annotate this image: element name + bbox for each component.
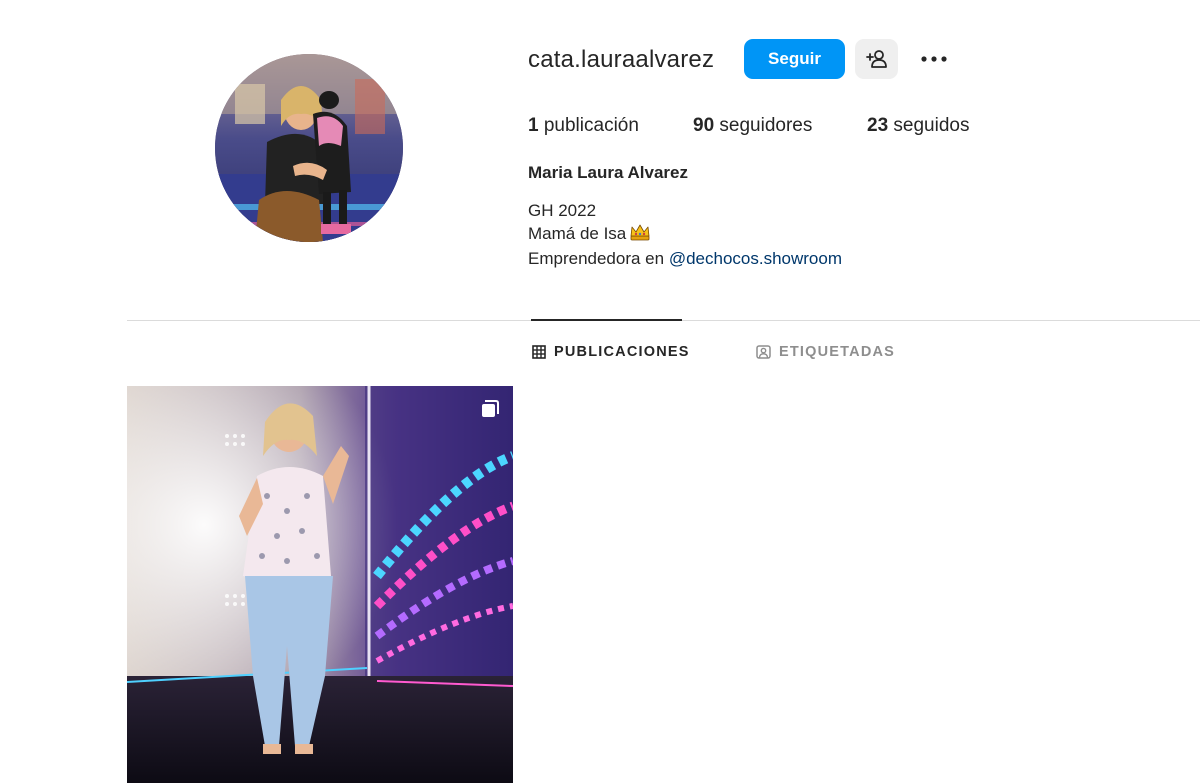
tab-posts[interactable]: PUBLICACIONES (532, 344, 690, 360)
grid-icon (532, 345, 546, 359)
post-photo (127, 386, 513, 783)
crown-emoji-icon (630, 224, 650, 247)
tagged-person-icon (756, 345, 771, 359)
bio-mention-link[interactable]: @dechocos.showroom (669, 249, 842, 268)
profile-page: cata.lauraalvarez Seguir 1 publicación 9… (0, 0, 1200, 783)
following-count: 23 (867, 115, 889, 136)
person-add-icon (865, 50, 887, 68)
bio-line-2-text: Mamá de Isa (528, 224, 627, 243)
post-thumbnail[interactable] (127, 386, 513, 783)
follow-button[interactable]: Seguir (744, 39, 845, 79)
more-options-button[interactable] (912, 44, 956, 74)
active-tab-indicator (531, 319, 682, 321)
avatar-photo (215, 54, 403, 242)
bio-line-2: Mamá de Isa (528, 222, 842, 247)
profile-full-name: Maria Laura Alvarez (528, 163, 688, 182)
bio-line-3: Emprendedora en @dechocos.showroom (528, 247, 842, 270)
following-label: seguidos (893, 115, 970, 136)
profile-bio: GH 2022 Mamá de Isa Emprendedora en @dec… (528, 199, 842, 270)
posts-count: 1 (528, 115, 539, 136)
profile-avatar[interactable] (215, 54, 403, 242)
followers-count: 90 (693, 115, 715, 136)
stat-posts[interactable]: 1 publicación (528, 114, 639, 138)
bio-line-3-prefix: Emprendedora en (528, 249, 669, 268)
bio-line-1: GH 2022 (528, 201, 597, 220)
ellipsis-icon (921, 56, 947, 62)
tab-tagged-label: ETIQUETADAS (779, 344, 896, 360)
followers-label: seguidores (719, 115, 813, 136)
tab-tagged[interactable]: ETIQUETADAS (756, 344, 895, 360)
suggested-accounts-button[interactable] (855, 39, 898, 79)
stat-followers[interactable]: 90 seguidores (693, 114, 812, 138)
profile-username: cata.lauraalvarez (528, 46, 715, 73)
carousel-icon (481, 400, 499, 418)
posts-label: publicación (543, 115, 639, 136)
stat-following[interactable]: 23 seguidos (867, 114, 969, 138)
tab-posts-label: PUBLICACIONES (554, 344, 690, 360)
